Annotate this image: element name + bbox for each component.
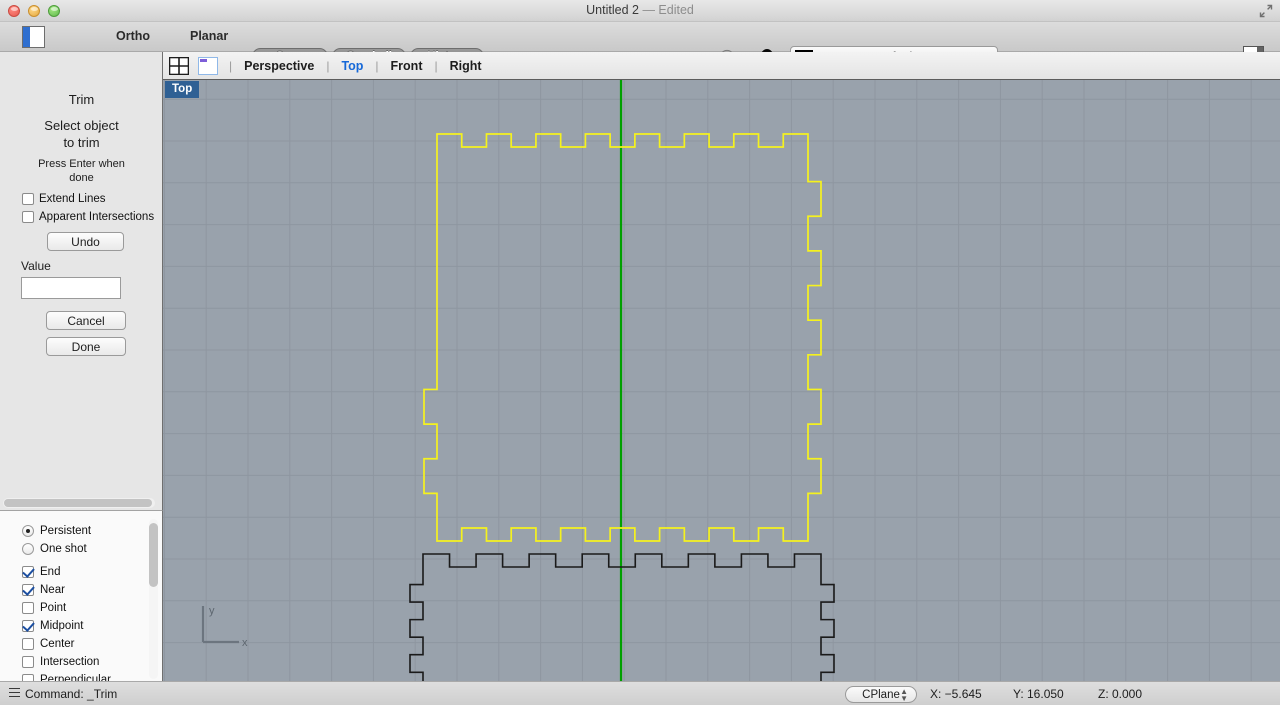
- command-hint: Press Enter when done: [0, 157, 163, 185]
- osnap-scrollbar-thumb[interactable]: [149, 523, 158, 587]
- command-hint-line1: Press Enter when: [38, 158, 125, 170]
- end-checkbox[interactable]: [22, 566, 34, 578]
- command-prompt: Select object to trim: [0, 117, 163, 151]
- osnap-mode-one-shot[interactable]: One shot: [22, 543, 87, 555]
- apparent-intersections-checkbox[interactable]: [22, 211, 34, 223]
- window-title-text: Untitled 2: [586, 3, 639, 17]
- viewport-tab-perspective[interactable]: Perspective: [243, 59, 315, 73]
- axis-indicator: y x: [195, 600, 251, 656]
- extend-lines-label: Extend Lines: [39, 193, 106, 205]
- title-bar: Untitled 2 — Edited: [0, 0, 1280, 22]
- chevron-updown-icon: ▲ ▼: [900, 686, 908, 703]
- osnap-intersection[interactable]: Intersection: [22, 656, 99, 668]
- axis-x-label: x: [242, 637, 248, 649]
- persistent-label: Persistent: [40, 525, 92, 537]
- status-bar: Command: _Trim CPlane ▲ ▼ X: −5.645 Y: 16…: [0, 681, 1280, 705]
- tab-separator: |: [434, 58, 438, 73]
- command-prompt-line2: to trim: [63, 135, 100, 150]
- axis-y-label: y: [209, 605, 215, 617]
- hamburger-icon[interactable]: [9, 688, 20, 697]
- window-edited-flag: — Edited: [642, 3, 694, 17]
- coordinate-x: X: −5.645: [930, 687, 982, 701]
- midpoint-checkbox[interactable]: [22, 620, 34, 632]
- fullscreen-arrows-icon[interactable]: [1259, 4, 1273, 18]
- osnap-center[interactable]: Center: [22, 638, 75, 650]
- viewport-canvas[interactable]: [163, 80, 1280, 681]
- intersection-checkbox[interactable]: [22, 656, 34, 668]
- viewport-label[interactable]: Top: [165, 81, 200, 98]
- cplane-label: CPlane: [862, 688, 900, 701]
- value-input[interactable]: [21, 277, 121, 299]
- planar-toggle[interactable]: Planar: [190, 29, 228, 43]
- command-title: Trim: [68, 92, 95, 107]
- selected-finger-joint-panel: [423, 133, 822, 542]
- panel-horizontal-scrollbar-thumb[interactable]: [4, 499, 152, 507]
- apparent-intersections-label: Apparent Intersections: [39, 211, 155, 223]
- command-hint-line2: done: [69, 172, 94, 184]
- midpoint-label: Midpoint: [40, 620, 84, 632]
- osnap-midpoint[interactable]: Midpoint: [22, 620, 83, 632]
- layer-color-swatch-icon[interactable]: [22, 26, 45, 48]
- point-label: Point: [40, 602, 67, 614]
- osnap-end[interactable]: End: [22, 566, 60, 578]
- persistent-radio[interactable]: [22, 525, 34, 537]
- osnap-panel: Persistent One shot End Near Point Midpo…: [0, 510, 163, 686]
- osnap-near[interactable]: Near: [22, 584, 65, 596]
- point-checkbox[interactable]: [22, 602, 34, 614]
- viewport-tab-front[interactable]: Front: [390, 59, 424, 73]
- panel-horizontal-scrollbar[interactable]: [3, 498, 155, 508]
- command-line-label: Command:: [25, 687, 84, 701]
- option-apparent-intersections[interactable]: Apparent Intersections: [22, 211, 154, 223]
- center-checkbox[interactable]: [22, 638, 34, 650]
- ortho-toggle[interactable]: Ortho: [116, 29, 150, 43]
- four-viewport-layout-icon[interactable]: [168, 56, 190, 75]
- coordinate-z: Z: 0.000: [1098, 687, 1143, 701]
- done-button[interactable]: Done: [46, 337, 126, 356]
- center-label: Center: [40, 638, 75, 650]
- end-label: End: [40, 566, 61, 578]
- tab-separator: |: [375, 58, 379, 73]
- viewport-tab-bar: | Perspective | Top | Front | Right: [163, 52, 1280, 80]
- osnap-scrollbar[interactable]: [149, 519, 158, 679]
- extend-lines-checkbox[interactable]: [22, 193, 34, 205]
- command-line[interactable]: Command: _Trim: [25, 687, 117, 701]
- cancel-button[interactable]: Cancel: [46, 311, 126, 330]
- one-shot-radio[interactable]: [22, 543, 34, 555]
- intersection-label: Intersection: [40, 656, 100, 668]
- viewport-tab-top[interactable]: Top: [340, 59, 364, 73]
- tab-separator: |: [229, 58, 233, 73]
- coordinate-y: Y: 16.050: [1013, 687, 1064, 701]
- option-extend-lines[interactable]: Extend Lines: [22, 193, 106, 205]
- tab-separator: |: [326, 58, 330, 73]
- top-viewport[interactable]: Top y x: [163, 80, 1280, 681]
- rhino-window: Untitled 2 — Edited Ortho Planar Snap Gu…: [0, 0, 1280, 705]
- one-shot-label: One shot: [40, 543, 87, 555]
- main-toolbar: Ortho Planar Snap Gumball History Defaul…: [0, 22, 1280, 68]
- command-line-value: _Trim: [87, 687, 118, 701]
- single-viewport-layout-icon[interactable]: [198, 56, 218, 75]
- osnap-mode-persistent[interactable]: Persistent: [22, 525, 91, 537]
- undo-button[interactable]: Undo: [47, 232, 124, 251]
- cplane-dropdown[interactable]: CPlane ▲ ▼: [845, 686, 917, 703]
- command-prompt-line1: Select object: [44, 118, 119, 133]
- osnap-point[interactable]: Point: [22, 602, 66, 614]
- near-label: Near: [40, 584, 65, 596]
- viewport-tab-right[interactable]: Right: [449, 59, 483, 73]
- near-checkbox[interactable]: [22, 584, 34, 596]
- window-title: Untitled 2 — Edited: [0, 3, 1280, 17]
- value-label: Value: [21, 259, 51, 273]
